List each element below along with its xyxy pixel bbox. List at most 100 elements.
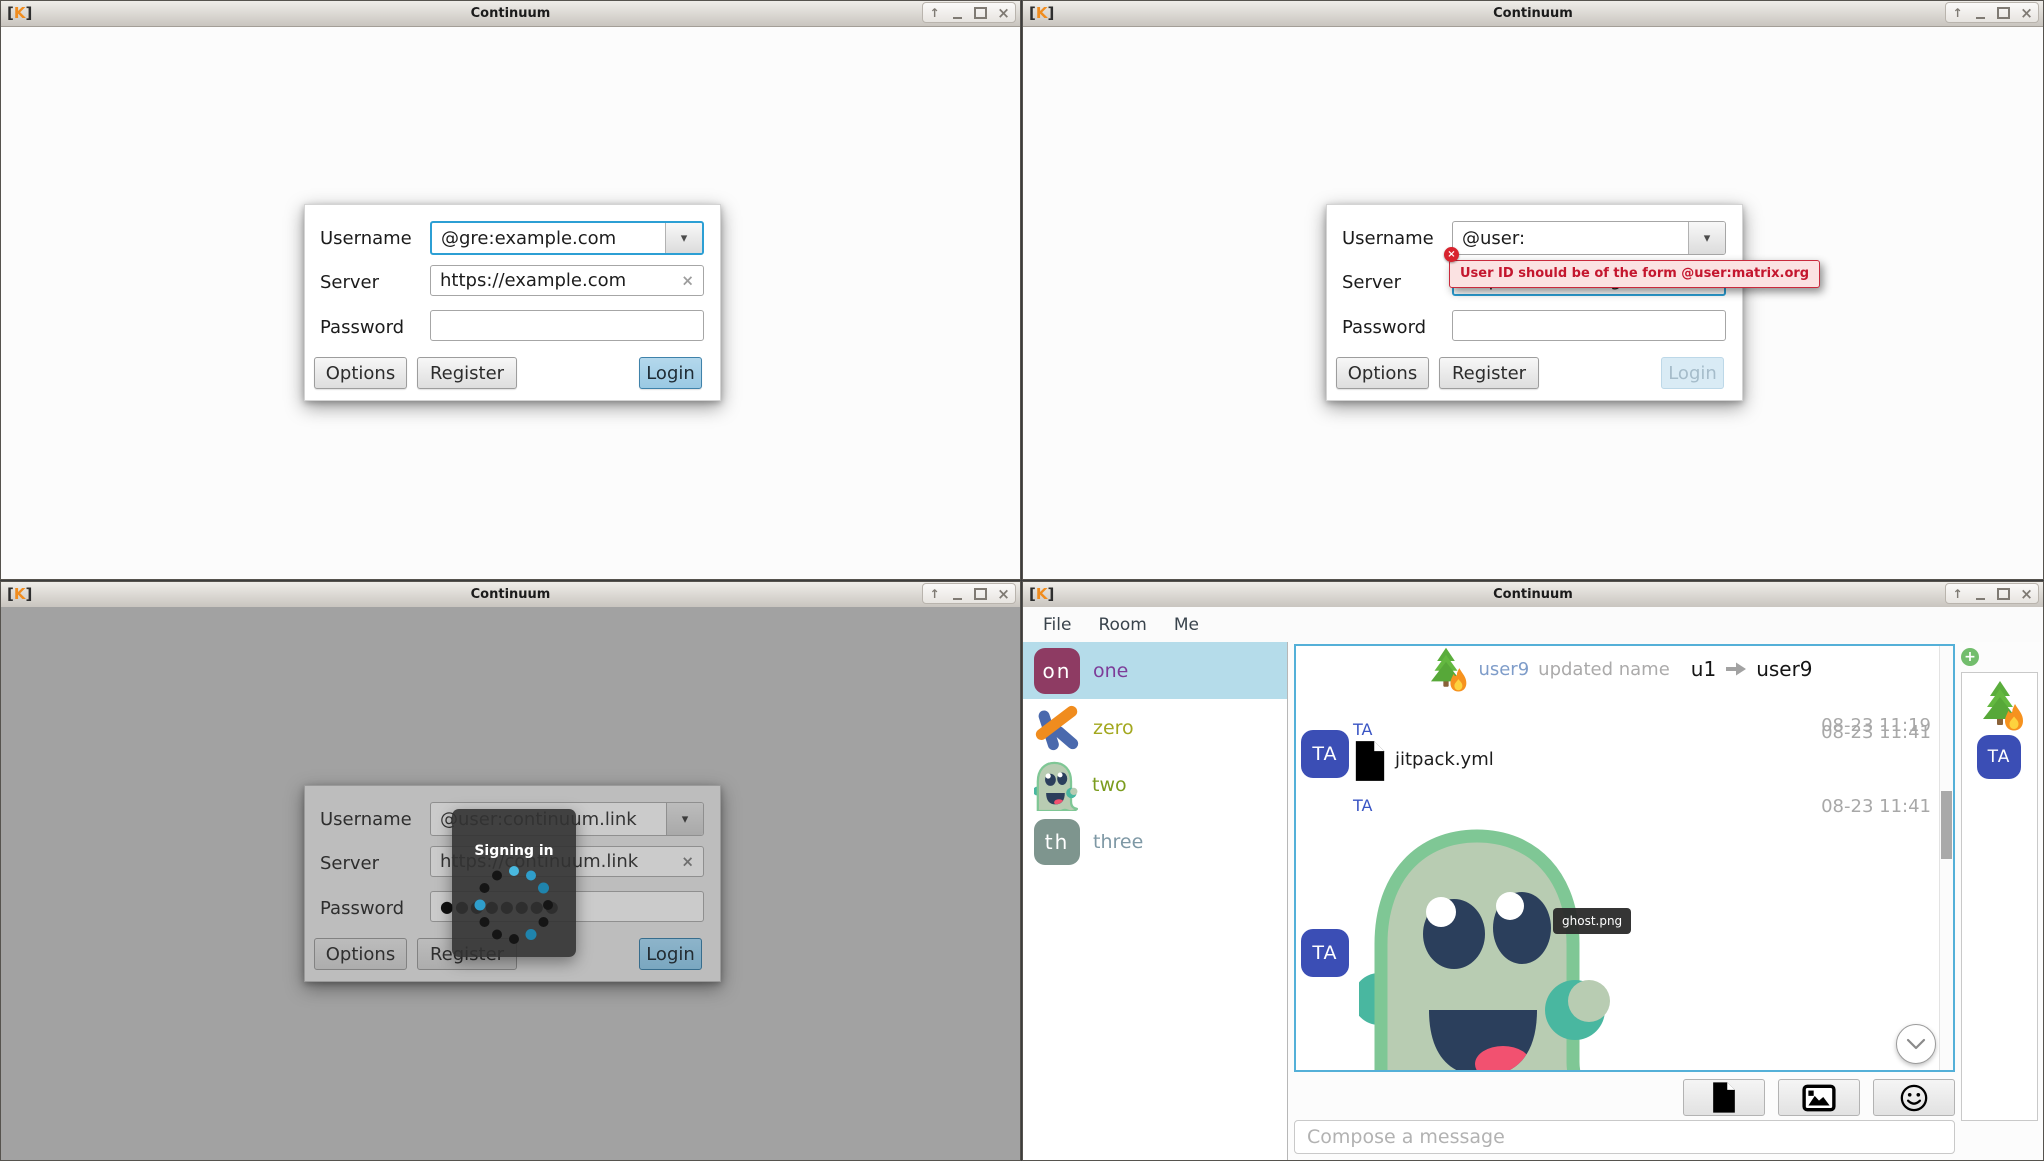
- sender-name: TA: [1353, 720, 1372, 739]
- minimize-icon[interactable]: [949, 585, 967, 603]
- chat-window: [K] Continuum ↑ × File Room Me on one ze…: [1022, 581, 2044, 1161]
- window-controls: ↑ ×: [1945, 2, 2039, 23]
- compose-message-input[interactable]: [1294, 1120, 1955, 1154]
- attach-image-button[interactable]: [1778, 1079, 1860, 1116]
- room-item-one[interactable]: on one: [1023, 642, 1287, 699]
- document-icon: [1711, 1081, 1737, 1114]
- menu-me[interactable]: Me: [1174, 615, 1199, 635]
- state-event-name-change: user9 updated name u1 user9: [1296, 646, 1940, 692]
- options-button[interactable]: Options: [1336, 357, 1429, 389]
- username-label: Username: [320, 809, 412, 830]
- close-icon[interactable]: ×: [995, 4, 1013, 22]
- busy-spinner-icon: [470, 861, 558, 949]
- shade-window-icon[interactable]: ↑: [926, 585, 944, 603]
- register-button[interactable]: Register: [1439, 357, 1539, 389]
- room-item-two[interactable]: two: [1023, 756, 1287, 813]
- shade-window-icon[interactable]: ↑: [926, 4, 944, 22]
- maximize-icon[interactable]: [972, 4, 990, 22]
- smiley-icon: [1900, 1084, 1928, 1112]
- close-icon[interactable]: ×: [2018, 4, 2036, 22]
- app-icon: [K]: [1029, 4, 1054, 22]
- password-label: Password: [320, 898, 404, 919]
- signing-in-dialog: Signing in: [452, 809, 576, 957]
- minimize-icon[interactable]: [1972, 4, 1990, 22]
- close-icon[interactable]: ×: [995, 585, 1013, 603]
- emoji-button[interactable]: [1873, 1079, 1955, 1116]
- shade-window-icon[interactable]: ↑: [1949, 4, 1967, 22]
- titlebar[interactable]: [K] Continuum ↑ ×: [1023, 1, 2043, 27]
- desktop: [K] Continuum ↑ × Username @gre:example.…: [0, 0, 2044, 1161]
- menu-bar: File Room Me: [1023, 607, 2043, 642]
- file-attachment-name[interactable]: jitpack.yml: [1395, 749, 1494, 770]
- minimize-icon[interactable]: [1972, 585, 1990, 603]
- menu-room[interactable]: Room: [1098, 615, 1146, 635]
- chevron-down-icon[interactable]: ▾: [665, 223, 702, 253]
- server-label: Server: [320, 853, 379, 874]
- new-name: user9: [1756, 657, 1812, 681]
- room-item-three[interactable]: th three: [1023, 813, 1287, 870]
- maximize-icon[interactable]: [1995, 4, 2013, 22]
- signing-in-label: Signing in: [452, 843, 576, 859]
- password-label: Password: [1342, 317, 1426, 338]
- login-button: Login: [1661, 357, 1724, 389]
- options-button[interactable]: Options: [314, 357, 407, 389]
- titlebar[interactable]: [K] Continuum ↑ ×: [1023, 582, 2043, 608]
- server-label: Server: [320, 272, 379, 293]
- avatar[interactable]: TA: [1301, 730, 1349, 778]
- titlebar[interactable]: [K] Continuum ↑ ×: [1, 582, 1020, 608]
- window-controls: ↑ ×: [1945, 583, 2039, 604]
- app-icon: [K]: [7, 4, 32, 22]
- password-label: Password: [320, 317, 404, 338]
- attach-file-button[interactable]: [1683, 1079, 1765, 1116]
- scroll-to-bottom-button[interactable]: [1896, 1024, 1936, 1064]
- titlebar[interactable]: [K] Continuum ↑ ×: [1, 1, 1020, 27]
- message-timeline[interactable]: user9 updated name u1 user9 08-23 11:19 …: [1294, 644, 1955, 1072]
- add-member-icon[interactable]: +: [1961, 648, 1979, 666]
- chevron-down-icon[interactable]: ▾: [1688, 222, 1725, 254]
- member-avatar[interactable]: TA: [1977, 735, 2021, 779]
- server-input[interactable]: https://example.com ×: [430, 265, 704, 296]
- register-button[interactable]: Register: [417, 357, 517, 389]
- minimize-icon[interactable]: [949, 4, 967, 22]
- state-action: updated name: [1538, 659, 1670, 680]
- state-sender: user9: [1478, 659, 1529, 680]
- error-tooltip: User ID should be of the form @user:matr…: [1449, 260, 1820, 288]
- shade-window-icon[interactable]: ↑: [1949, 585, 1967, 603]
- window-title: Continuum: [1493, 587, 1573, 602]
- avatar[interactable]: TA: [1301, 929, 1349, 977]
- maximize-icon[interactable]: [972, 585, 990, 603]
- room-item-zero[interactable]: zero: [1023, 699, 1287, 756]
- login-window-top-right: [K] Continuum ↑ × Username @user: ▾ × Us…: [1022, 0, 2044, 580]
- member-list: TA: [1961, 672, 2038, 1121]
- room-name: three: [1093, 831, 1143, 853]
- password-input[interactable]: [1452, 310, 1726, 341]
- login-button[interactable]: Login: [639, 357, 702, 389]
- file-attachment-icon[interactable]: [1353, 739, 1387, 783]
- member-avatar-tree-fire-icon[interactable]: [1974, 679, 2026, 731]
- window-controls: ↑ ×: [922, 2, 1016, 23]
- window-controls: ↑ ×: [922, 583, 1016, 604]
- chevron-down-icon: [1905, 1037, 1927, 1051]
- close-icon[interactable]: ×: [2018, 585, 2036, 603]
- timestamp: 08-23 11:41: [1821, 796, 1931, 817]
- menu-file[interactable]: File: [1043, 615, 1071, 635]
- password-input[interactable]: [430, 310, 704, 341]
- clear-field-icon[interactable]: ×: [681, 273, 694, 288]
- server-label: Server: [1342, 272, 1401, 293]
- username-combobox[interactable]: @gre:example.com ▾: [430, 221, 704, 255]
- options-button: Options: [314, 938, 407, 970]
- username-label: Username: [320, 228, 412, 249]
- timeline-scrollbar[interactable]: [1939, 646, 1953, 1070]
- image-icon: [1802, 1084, 1836, 1112]
- clear-field-icon: ×: [681, 854, 694, 869]
- image-filename-tooltip: ghost.png: [1553, 908, 1631, 934]
- maximize-icon[interactable]: [1995, 585, 2013, 603]
- image-message-ghost[interactable]: [1359, 814, 1619, 1072]
- old-name: u1: [1691, 657, 1716, 681]
- username-combobox[interactable]: @user: ▾: [1452, 221, 1726, 255]
- window-title: Continuum: [1493, 6, 1573, 21]
- scrollbar-thumb[interactable]: [1941, 791, 1952, 859]
- username-value: @gre:example.com: [432, 228, 616, 249]
- ghost-avatar-icon: [1034, 759, 1079, 811]
- login-form: Username @user: ▾ × User ID should be of…: [1326, 204, 1743, 401]
